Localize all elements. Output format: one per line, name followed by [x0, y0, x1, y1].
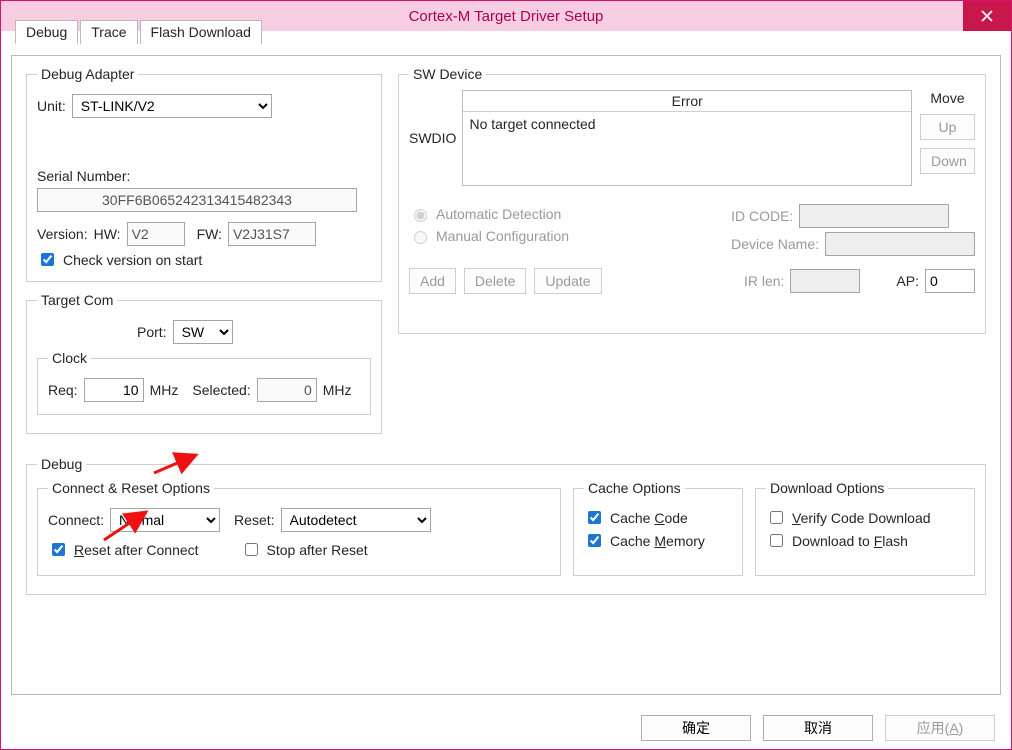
devicename-field — [825, 232, 975, 256]
tab-panel-debug: Debug Adapter Unit: ST-LINK/V2 Serial Nu… — [11, 55, 1001, 695]
unit-label: Unit: — [37, 98, 66, 114]
debug-adapter-legend: Debug Adapter — [37, 66, 138, 82]
hw-field — [127, 222, 185, 246]
down-button[interactable]: Down — [920, 148, 975, 174]
stop-after-checkbox[interactable]: Stop after Reset — [241, 540, 368, 559]
idcode-label: ID CODE: — [731, 208, 793, 224]
clock-group: Clock Req: MHz Selected: MHz — [37, 350, 371, 415]
reset-after-checkbox[interactable]: Reset after Connect — [48, 540, 199, 559]
cancel-button[interactable]: 取消 — [763, 715, 873, 741]
dialog-body: Debug Trace Flash Download Debug Adapter… — [1, 31, 1011, 705]
check-version-input[interactable] — [41, 253, 54, 266]
apply-button[interactable]: 应用(A) — [885, 715, 995, 741]
move-label: Move — [920, 90, 975, 106]
sw-error-body: No target connected — [463, 112, 911, 185]
download-legend: Download Options — [766, 480, 888, 496]
serial-label: Serial Number: — [37, 168, 130, 184]
tab-trace[interactable]: Trace — [80, 20, 137, 44]
req-field[interactable] — [84, 378, 144, 402]
sw-device-legend: SW Device — [409, 66, 486, 82]
ap-field[interactable] — [925, 269, 975, 293]
auto-detect-radio[interactable]: Automatic Detection — [409, 206, 569, 222]
port-label: Port: — [137, 324, 167, 340]
port-combo[interactable]: SW — [173, 320, 233, 344]
req-label: Req: — [48, 382, 78, 398]
add-button[interactable]: Add — [409, 268, 456, 294]
clock-legend: Clock — [48, 350, 91, 366]
swdio-label: SWDIO — [409, 130, 456, 146]
manual-config-radio[interactable]: Manual Configuration — [409, 228, 569, 244]
connect-combo[interactable]: Normal — [110, 508, 220, 532]
debug-adapter-group: Debug Adapter Unit: ST-LINK/V2 Serial Nu… — [26, 66, 382, 282]
verify-checkbox[interactable]: Verify Code Download — [766, 508, 964, 527]
hw-label: HW: — [94, 226, 121, 242]
sw-device-table[interactable]: Error No target connected — [462, 90, 912, 186]
connect-reset-legend: Connect & Reset Options — [48, 480, 214, 496]
selected-field — [257, 378, 317, 402]
cache-legend: Cache Options — [584, 480, 685, 496]
irlen-label: IR len: — [744, 273, 784, 289]
tab-flash-download[interactable]: Flash Download — [140, 20, 262, 44]
delete-button[interactable]: Delete — [464, 268, 526, 294]
tab-debug[interactable]: Debug — [15, 20, 78, 44]
selected-mhz: MHz — [323, 382, 352, 398]
cache-options-group: Cache Options Cache Code Cache Memory — [573, 480, 743, 576]
fw-field — [228, 222, 316, 246]
selected-label: Selected: — [192, 382, 250, 398]
cache-memory-checkbox[interactable]: Cache Memory — [584, 531, 732, 550]
debug-legend: Debug — [37, 456, 86, 472]
sw-error-header: Error — [463, 91, 911, 112]
dialog-footer: 确定 取消 应用(A) — [641, 715, 995, 741]
version-label: Version: — [37, 226, 88, 242]
up-button[interactable]: Up — [920, 114, 975, 140]
connect-label: Connect: — [48, 512, 104, 528]
sw-device-group: SW Device SWDIO Error No target connecte… — [398, 66, 986, 334]
devicename-label: Device Name: — [731, 236, 819, 252]
unit-combo[interactable]: ST-LINK/V2 — [72, 94, 272, 118]
reset-label: Reset: — [234, 512, 274, 528]
serial-number-field — [37, 188, 357, 212]
connect-reset-group: Connect & Reset Options Connect: Normal … — [37, 480, 561, 576]
debug-options-group: Debug Connect & Reset Options Connect: N… — [26, 456, 986, 595]
target-com-group: Target Com Port: SW Clock Req: — [26, 292, 382, 434]
download-flash-checkbox[interactable]: Download to Flash — [766, 531, 964, 550]
ap-label: AP: — [896, 273, 919, 289]
fw-label: FW: — [197, 226, 222, 242]
ok-button[interactable]: 确定 — [641, 715, 751, 741]
check-version-checkbox[interactable]: Check version on start — [37, 250, 371, 269]
download-options-group: Download Options Verify Code Download Do… — [755, 480, 975, 576]
idcode-field — [799, 204, 949, 228]
target-com-legend: Target Com — [37, 292, 117, 308]
req-mhz: MHz — [150, 382, 179, 398]
update-button[interactable]: Update — [534, 268, 601, 294]
target-driver-setup-window: Cortex-M Target Driver Setup Debug Trace… — [0, 0, 1012, 750]
reset-combo[interactable]: Autodetect — [281, 508, 431, 532]
cache-code-checkbox[interactable]: Cache Code — [584, 508, 732, 527]
tab-strip: Debug Trace Flash Download — [15, 19, 1001, 43]
irlen-field — [790, 269, 860, 293]
